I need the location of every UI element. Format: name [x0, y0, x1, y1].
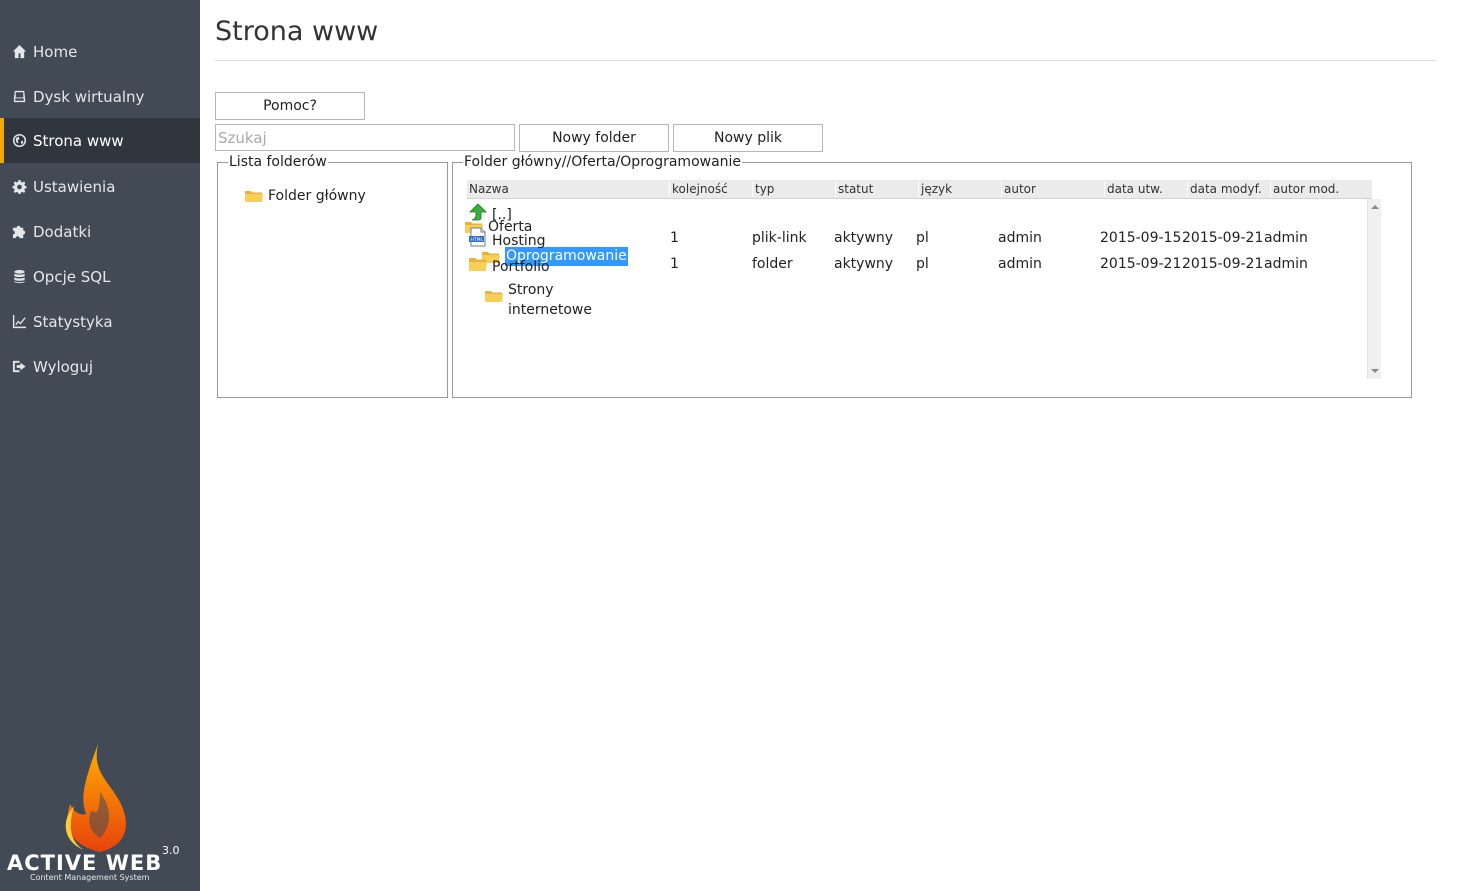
sidebar-item-label: Wyloguj: [33, 357, 93, 376]
file-modified: 2015-09-21: [1182, 230, 1264, 246]
sidebar-item-label: Strona www: [33, 131, 124, 150]
home-icon: [11, 44, 27, 60]
scroll-down-icon[interactable]: [1371, 369, 1379, 373]
table-row[interactable]: Portfolio 1 folder aktywny pl admin 2015…: [467, 253, 1367, 277]
new-file-button[interactable]: Nowy plik: [673, 124, 823, 152]
file-type: plik-link: [752, 230, 807, 246]
column-header-nazwa[interactable]: Nazwa: [467, 182, 509, 197]
sidebar-item-strona-www[interactable]: Strona www: [0, 118, 200, 163]
file-grid: Nazwa kolejność typ statut język autor d…: [467, 180, 1381, 380]
file-status: aktywny: [834, 230, 894, 246]
sidebar-item-label: Dysk wirtualny: [33, 87, 145, 106]
html-file-icon: HTML: [469, 227, 486, 247]
sidebar-item-label: Ustawienia: [33, 177, 116, 196]
hdd-icon: [11, 89, 27, 105]
file-mod-author: admin: [1264, 230, 1308, 246]
sidebar-item-ustawienia[interactable]: Ustawienia: [0, 164, 200, 209]
file-order: 1: [670, 230, 679, 246]
sidebar-item-label: Home: [33, 42, 78, 61]
logo-tagline: Content Management System: [30, 873, 150, 882]
file-modified: 2015-09-21: [1182, 256, 1264, 272]
sidebar-item-statystyka[interactable]: Statystyka: [0, 299, 200, 344]
puzzle-icon: [11, 224, 27, 240]
database-icon: [11, 269, 27, 285]
tree-node-label: Folder główny: [268, 188, 366, 204]
tree-node-folder-glowny[interactable]: Folder główny: [245, 188, 366, 204]
file-order: 1: [670, 256, 679, 272]
sidebar-item-opcje-sql[interactable]: Opcje SQL: [0, 254, 200, 299]
folder-tree-legend: Lista folderów: [229, 154, 327, 170]
sidebar-item-label: Dodatki: [33, 222, 92, 241]
main-content: Strona www Pomoc? Szukaj Nowy folder Now…: [200, 0, 1476, 891]
file-language: pl: [916, 256, 929, 272]
new-folder-button[interactable]: Nowy folder: [519, 124, 669, 152]
up-arrow-icon: [469, 203, 487, 221]
help-button[interactable]: Pomoc?: [215, 92, 365, 120]
sidebar-item-label: Opcje SQL: [33, 267, 111, 286]
file-list-legend: Folder główny//Oferta/Oprogramowanie: [464, 154, 742, 170]
svg-text:HTML: HTML: [471, 237, 484, 243]
file-name: Portfolio: [492, 259, 550, 275]
logo-text: ACTIVE WEB: [7, 851, 162, 875]
file-language: pl: [916, 230, 929, 246]
file-created: 2015-09-15: [1100, 230, 1182, 246]
search-input[interactable]: Szukaj: [215, 124, 515, 151]
file-author: admin: [998, 230, 1042, 246]
column-header-data-modyf[interactable]: data modyf.: [1187, 182, 1262, 197]
sidebar-item-dysk-wirtualny[interactable]: Dysk wirtualny: [0, 74, 200, 119]
table-row[interactable]: HTML Hosting 1 plik-link aktywny pl admi…: [467, 227, 1367, 251]
column-header-typ[interactable]: typ: [752, 182, 774, 197]
folder-icon: [245, 191, 263, 202]
scroll-up-icon[interactable]: [1371, 205, 1379, 209]
file-status: aktywny: [834, 256, 894, 272]
column-header-autor[interactable]: autor: [1001, 182, 1036, 197]
up-label: [..]: [492, 207, 512, 223]
sidebar-item-dodatki[interactable]: Dodatki: [0, 209, 200, 254]
column-header-jezyk[interactable]: język: [918, 182, 952, 197]
folder-icon: [469, 258, 487, 271]
grid-header: Nazwa kolejność typ statut język autor d…: [467, 180, 1372, 199]
table-row-up[interactable]: [..]: [467, 202, 1367, 226]
column-header-statut[interactable]: statut: [835, 182, 873, 197]
page-title: Strona www: [215, 16, 379, 47]
chart-icon: [11, 314, 27, 330]
file-created: 2015-09-21: [1100, 256, 1182, 272]
logout-icon: [11, 359, 27, 375]
column-header-autor-mod[interactable]: autor mod.: [1270, 182, 1339, 197]
sidebar: Home Dysk wirtualny Strona www Ustawieni…: [0, 0, 200, 891]
column-header-kolejnosc[interactable]: kolejność: [669, 182, 728, 197]
file-author: admin: [998, 256, 1042, 272]
file-mod-author: admin: [1264, 256, 1308, 272]
gear-icon: [11, 179, 27, 195]
grid-scrollbar[interactable]: [1367, 199, 1381, 379]
active-web-logo: ACTIVE WEB 3.0 Content Management System: [0, 742, 200, 887]
sidebar-item-wyloguj[interactable]: Wyloguj: [0, 344, 200, 389]
column-header-data-utw[interactable]: data utw.: [1104, 182, 1163, 197]
globe-icon: [11, 133, 27, 149]
title-divider: [215, 60, 1435, 61]
sidebar-item-label: Statystyka: [33, 312, 113, 331]
file-name: Hosting: [492, 233, 546, 249]
file-type: folder: [752, 256, 793, 272]
logo-version: 3.0: [162, 844, 180, 857]
sidebar-item-home[interactable]: Home: [0, 29, 200, 74]
